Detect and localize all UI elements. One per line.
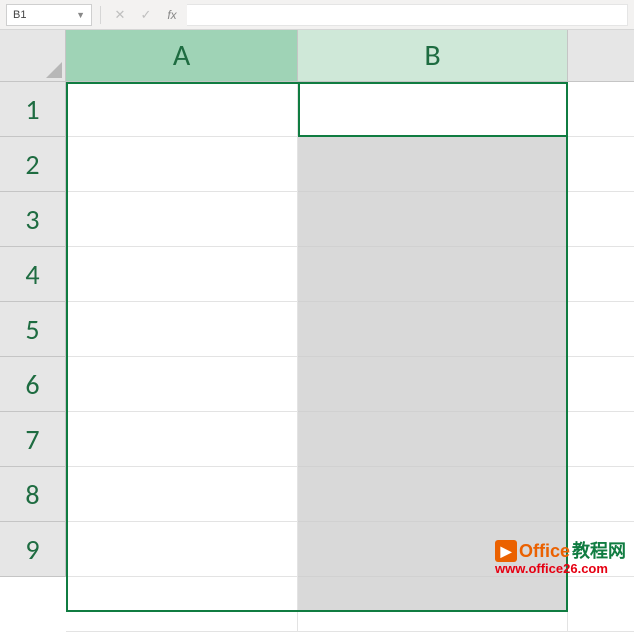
cell[interactable] bbox=[298, 82, 568, 137]
row-header-1[interactable]: 1 bbox=[0, 82, 66, 137]
watermark-url: www.office26.com bbox=[495, 562, 626, 576]
chevron-down-icon[interactable]: ▼ bbox=[76, 10, 85, 20]
cell[interactable] bbox=[568, 467, 634, 522]
cell[interactable] bbox=[568, 357, 634, 412]
column-header-b[interactable]: B bbox=[298, 30, 568, 82]
cell[interactable] bbox=[66, 522, 298, 577]
name-box[interactable]: B1 ▼ bbox=[6, 4, 92, 26]
column-header-a[interactable]: A bbox=[66, 30, 298, 82]
cell[interactable] bbox=[568, 137, 634, 192]
cell[interactable] bbox=[298, 137, 568, 192]
row-header-4[interactable]: 4 bbox=[0, 247, 66, 302]
row-header-3[interactable]: 3 bbox=[0, 192, 66, 247]
cell[interactable] bbox=[298, 302, 568, 357]
watermark-logo-icon: ▶ bbox=[495, 540, 517, 562]
cell[interactable] bbox=[568, 82, 634, 137]
row-header-8[interactable]: 8 bbox=[0, 467, 66, 522]
column-headers: A B bbox=[66, 30, 634, 82]
cell[interactable] bbox=[298, 467, 568, 522]
cell[interactable] bbox=[298, 577, 568, 632]
formula-input[interactable] bbox=[187, 4, 628, 26]
watermark: ▶ Office教程网 www.office26.com bbox=[495, 540, 626, 576]
row-header-7[interactable]: 7 bbox=[0, 412, 66, 467]
cell[interactable] bbox=[66, 192, 298, 247]
cancel-button[interactable]: ✕ bbox=[109, 4, 131, 26]
cell[interactable] bbox=[66, 137, 298, 192]
select-all-corner[interactable] bbox=[0, 30, 66, 82]
cell[interactable] bbox=[568, 302, 634, 357]
cell[interactable] bbox=[298, 357, 568, 412]
cell[interactable] bbox=[66, 467, 298, 522]
separator bbox=[100, 6, 101, 24]
column-header-next[interactable] bbox=[568, 30, 634, 82]
enter-button[interactable]: ✓ bbox=[135, 4, 157, 26]
cell[interactable] bbox=[66, 82, 298, 137]
row-header-2[interactable]: 2 bbox=[0, 137, 66, 192]
cell[interactable] bbox=[568, 412, 634, 467]
row-header-6[interactable]: 6 bbox=[0, 357, 66, 412]
cell[interactable] bbox=[568, 247, 634, 302]
name-box-value: B1 bbox=[13, 9, 26, 21]
cell[interactable] bbox=[66, 302, 298, 357]
cell[interactable] bbox=[66, 247, 298, 302]
row-headers: 1 2 3 4 5 6 7 8 9 bbox=[0, 82, 66, 577]
row-header-9[interactable]: 9 bbox=[0, 522, 66, 577]
insert-function-button[interactable]: fx bbox=[161, 4, 183, 26]
cell[interactable] bbox=[568, 577, 634, 632]
watermark-brand-prefix: Office bbox=[519, 542, 570, 561]
cell[interactable] bbox=[66, 577, 298, 632]
cell[interactable] bbox=[66, 357, 298, 412]
row-header-5[interactable]: 5 bbox=[0, 302, 66, 357]
cell[interactable] bbox=[66, 412, 298, 467]
cell[interactable] bbox=[298, 247, 568, 302]
cell[interactable] bbox=[568, 192, 634, 247]
cell[interactable] bbox=[298, 192, 568, 247]
cell[interactable] bbox=[298, 412, 568, 467]
watermark-brand-suffix: 教程网 bbox=[572, 542, 626, 561]
formula-bar: B1 ▼ ✕ ✓ fx bbox=[0, 0, 634, 30]
